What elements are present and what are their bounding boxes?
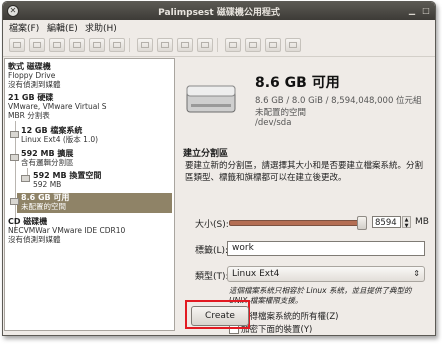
toolbar (3, 34, 435, 57)
size-label: 大小(S): (195, 220, 229, 230)
tree-item-swap[interactable]: 592 MB 換置空間 592 MB (33, 171, 101, 189)
tree-item-title: CD 磁碟機 (8, 217, 48, 226)
edit-partition-icon[interactable] (177, 38, 193, 52)
details-pane: 8.6 GB 可用 8.6 GB / 8.0 GiB / 8,594,048,0… (177, 58, 433, 335)
tree-item-sub: 沒有偵測到媒體 (8, 235, 61, 244)
unmount-icon[interactable] (29, 38, 45, 52)
create-button[interactable]: Create (191, 306, 249, 326)
section-title: 建立分割區 (183, 149, 229, 159)
menu-help[interactable]: 求助(H) (85, 21, 117, 34)
device-tree: 軟式 磁碟機 Floppy Drive 沒有偵測到媒體 21 GB 硬碟 VMw… (4, 58, 175, 331)
tree-item-sub: NECVMWar VMware IDE CDR10 (8, 226, 126, 235)
filesystem-hint: 這個檔案系統只相容於 Linux 系統，並且提供了典型的 UNIX 檔案權限支援… (229, 286, 412, 305)
eject-icon[interactable] (49, 38, 65, 52)
tree-item-sub: 592 MB (33, 180, 62, 189)
partition-icon (10, 154, 19, 161)
tree-item-title: 592 MB 換置空間 (33, 171, 102, 180)
size-spinner[interactable]: ▲ ▼ (402, 216, 411, 229)
type-label: 類型(T): (195, 272, 229, 282)
tree-item-sub: Linux Ext4 (版本 1.0) (21, 135, 99, 144)
menu-bar: 檔案(F) 編輯(E) 求助(H) (3, 20, 435, 34)
app-window: ✕ Palimpsest 磁碟機公用程式 ▁ □ 檔案(F) 編輯(E) 求助(… (2, 1, 436, 336)
tree-item-title: 8.6 GB 可用 (21, 193, 70, 202)
tree-item-title: 592 MB 擴展 (21, 149, 74, 158)
tree-item-partition-ext4[interactable]: 12 GB 檔案系統 Linux Ext4 (版本 1.0) (21, 126, 98, 144)
take-ownership-label: 取得檔案系統的所有權(Z) (241, 312, 339, 322)
menu-edit[interactable]: 編輯(E) (47, 21, 78, 34)
slider-knob[interactable] (357, 216, 367, 230)
type-select[interactable]: Linux Ext4 ⇕ (227, 266, 425, 282)
passphrase-icon[interactable] (265, 38, 281, 52)
tree-item-extended[interactable]: 592 MB 擴展 含有邏輯分割區 (21, 149, 74, 167)
tree-item-cdrom[interactable]: CD 磁碟機 NECVMWar VMware IDE CDR10 沒有偵測到媒體 (8, 217, 125, 244)
tree-item-free-space[interactable]: 8.6 GB 可用 未配置的空間 (10, 193, 172, 213)
tree-item-title: 12 GB 檔案系統 (21, 126, 83, 135)
size-slider[interactable] (229, 216, 369, 230)
partition-icon (21, 175, 30, 182)
minimize-button[interactable]: ▁ (406, 5, 418, 17)
tree-item-hdd[interactable]: 21 GB 硬碟 VMware, VMware Virtual S MBR 分割… (8, 93, 107, 120)
title-bar: ✕ Palimpsest 磁碟機公用程式 ▁ □ (3, 2, 435, 20)
partition-icon (10, 198, 19, 205)
tree-item-sub: MBR 分割表 (8, 111, 50, 120)
type-value: Linux Ext4 (232, 269, 280, 279)
tree-item-sub: Floppy Drive (8, 71, 56, 80)
tree-item-sub: 未配置的空間 (21, 202, 66, 211)
label-label: 標籤(L): (195, 246, 229, 256)
tree-item-sub: 沒有偵測到媒體 (8, 80, 61, 89)
tree-item-floppy[interactable]: 軟式 磁碟機 Floppy Drive 沒有偵測到媒體 (8, 62, 61, 89)
chevron-down-icon: ⇕ (413, 269, 420, 278)
device-path: /dev/sda (255, 118, 292, 128)
device-usage: 未配置的空間 (255, 108, 307, 118)
encrypt-label: 加密下面的裝置(Y) (241, 325, 313, 335)
forget-icon[interactable] (285, 38, 301, 52)
benchmark-icon[interactable] (109, 38, 125, 52)
label-input[interactable]: work (227, 241, 425, 256)
delete-partition-icon[interactable] (197, 38, 213, 52)
menu-file[interactable]: 檔案(F) (9, 21, 39, 34)
detach-icon[interactable] (69, 38, 85, 52)
format-icon[interactable] (137, 38, 153, 52)
toolbar-separator (217, 38, 218, 52)
partition-icon (10, 131, 19, 138)
toolbar-separator (129, 38, 130, 52)
tree-item-sub: VMware, VMware Virtual S (8, 102, 107, 111)
hard-disk-icon (186, 85, 236, 113)
tree-item-title: 軟式 磁碟機 (8, 62, 51, 71)
smart-icon[interactable] (89, 38, 105, 52)
lock-icon[interactable] (225, 38, 241, 52)
tree-item-title: 21 GB 硬碟 (8, 93, 54, 102)
mount-icon[interactable] (9, 38, 25, 52)
device-size: 8.6 GB / 8.0 GiB / 8,594,048,000 位元組 (255, 96, 422, 106)
check-icon[interactable] (157, 38, 173, 52)
maximize-button[interactable]: □ (420, 5, 432, 17)
tree-item-sub: 含有邏輯分割區 (21, 158, 74, 167)
slider-track (229, 220, 367, 226)
size-input[interactable]: 8594 (372, 216, 401, 228)
window-title: Palimpsest 磁碟機公用程式 (158, 8, 280, 18)
device-title: 8.6 GB 可用 (255, 75, 340, 91)
unlock-icon[interactable] (245, 38, 261, 52)
size-unit: MB (415, 217, 429, 227)
section-description: 要建立新的分割區，請選擇其大小和是否要建立檔案系統。分割區類型、標籤和旗標都可以… (185, 161, 424, 183)
